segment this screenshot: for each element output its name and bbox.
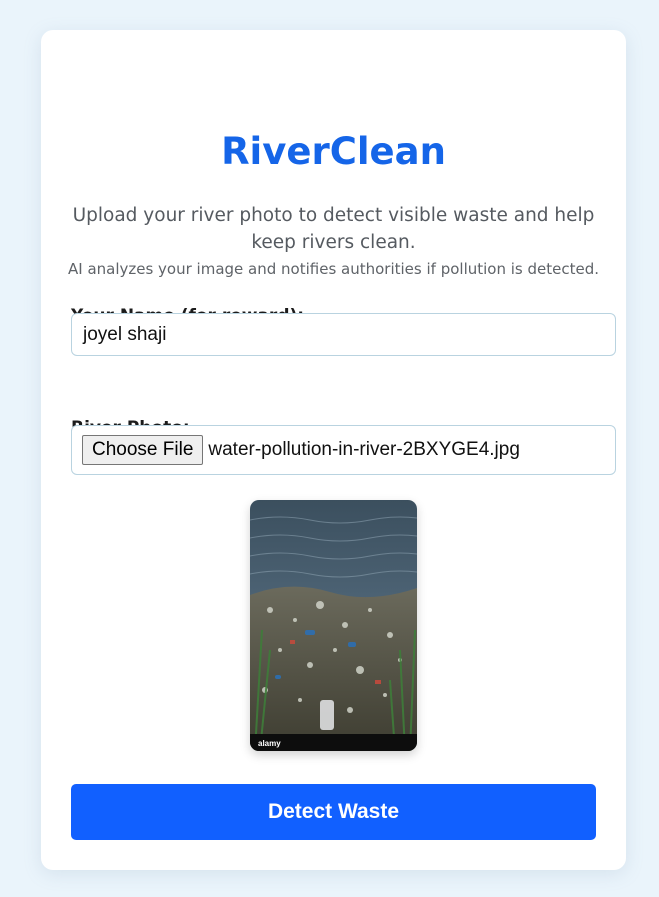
choose-file-button[interactable]: Choose File [82, 435, 204, 465]
river-photo-image: alamy [250, 500, 417, 751]
photo-preview: alamy [250, 500, 417, 751]
name-input[interactable]: joyel shaji [71, 313, 616, 356]
ai-note: AI analyzes your image and notifies auth… [67, 260, 599, 278]
page-title: RiverClean [221, 130, 446, 173]
selected-file-name: water-pollution-in-river-2BXYGE4.jpg [208, 439, 520, 460]
name-input-value: joyel shaji [83, 324, 167, 345]
page-subtitle: Upload your river photo to detect visibl… [72, 205, 595, 253]
upload-card: RiverClean Upload your river photo to de… [41, 30, 626, 870]
photo-file-input[interactable]: Choose File water-pollution-in-river-2BX… [71, 425, 616, 475]
photo-watermark: alamy [258, 739, 281, 748]
detect-waste-button[interactable]: Detect Waste [71, 784, 596, 840]
